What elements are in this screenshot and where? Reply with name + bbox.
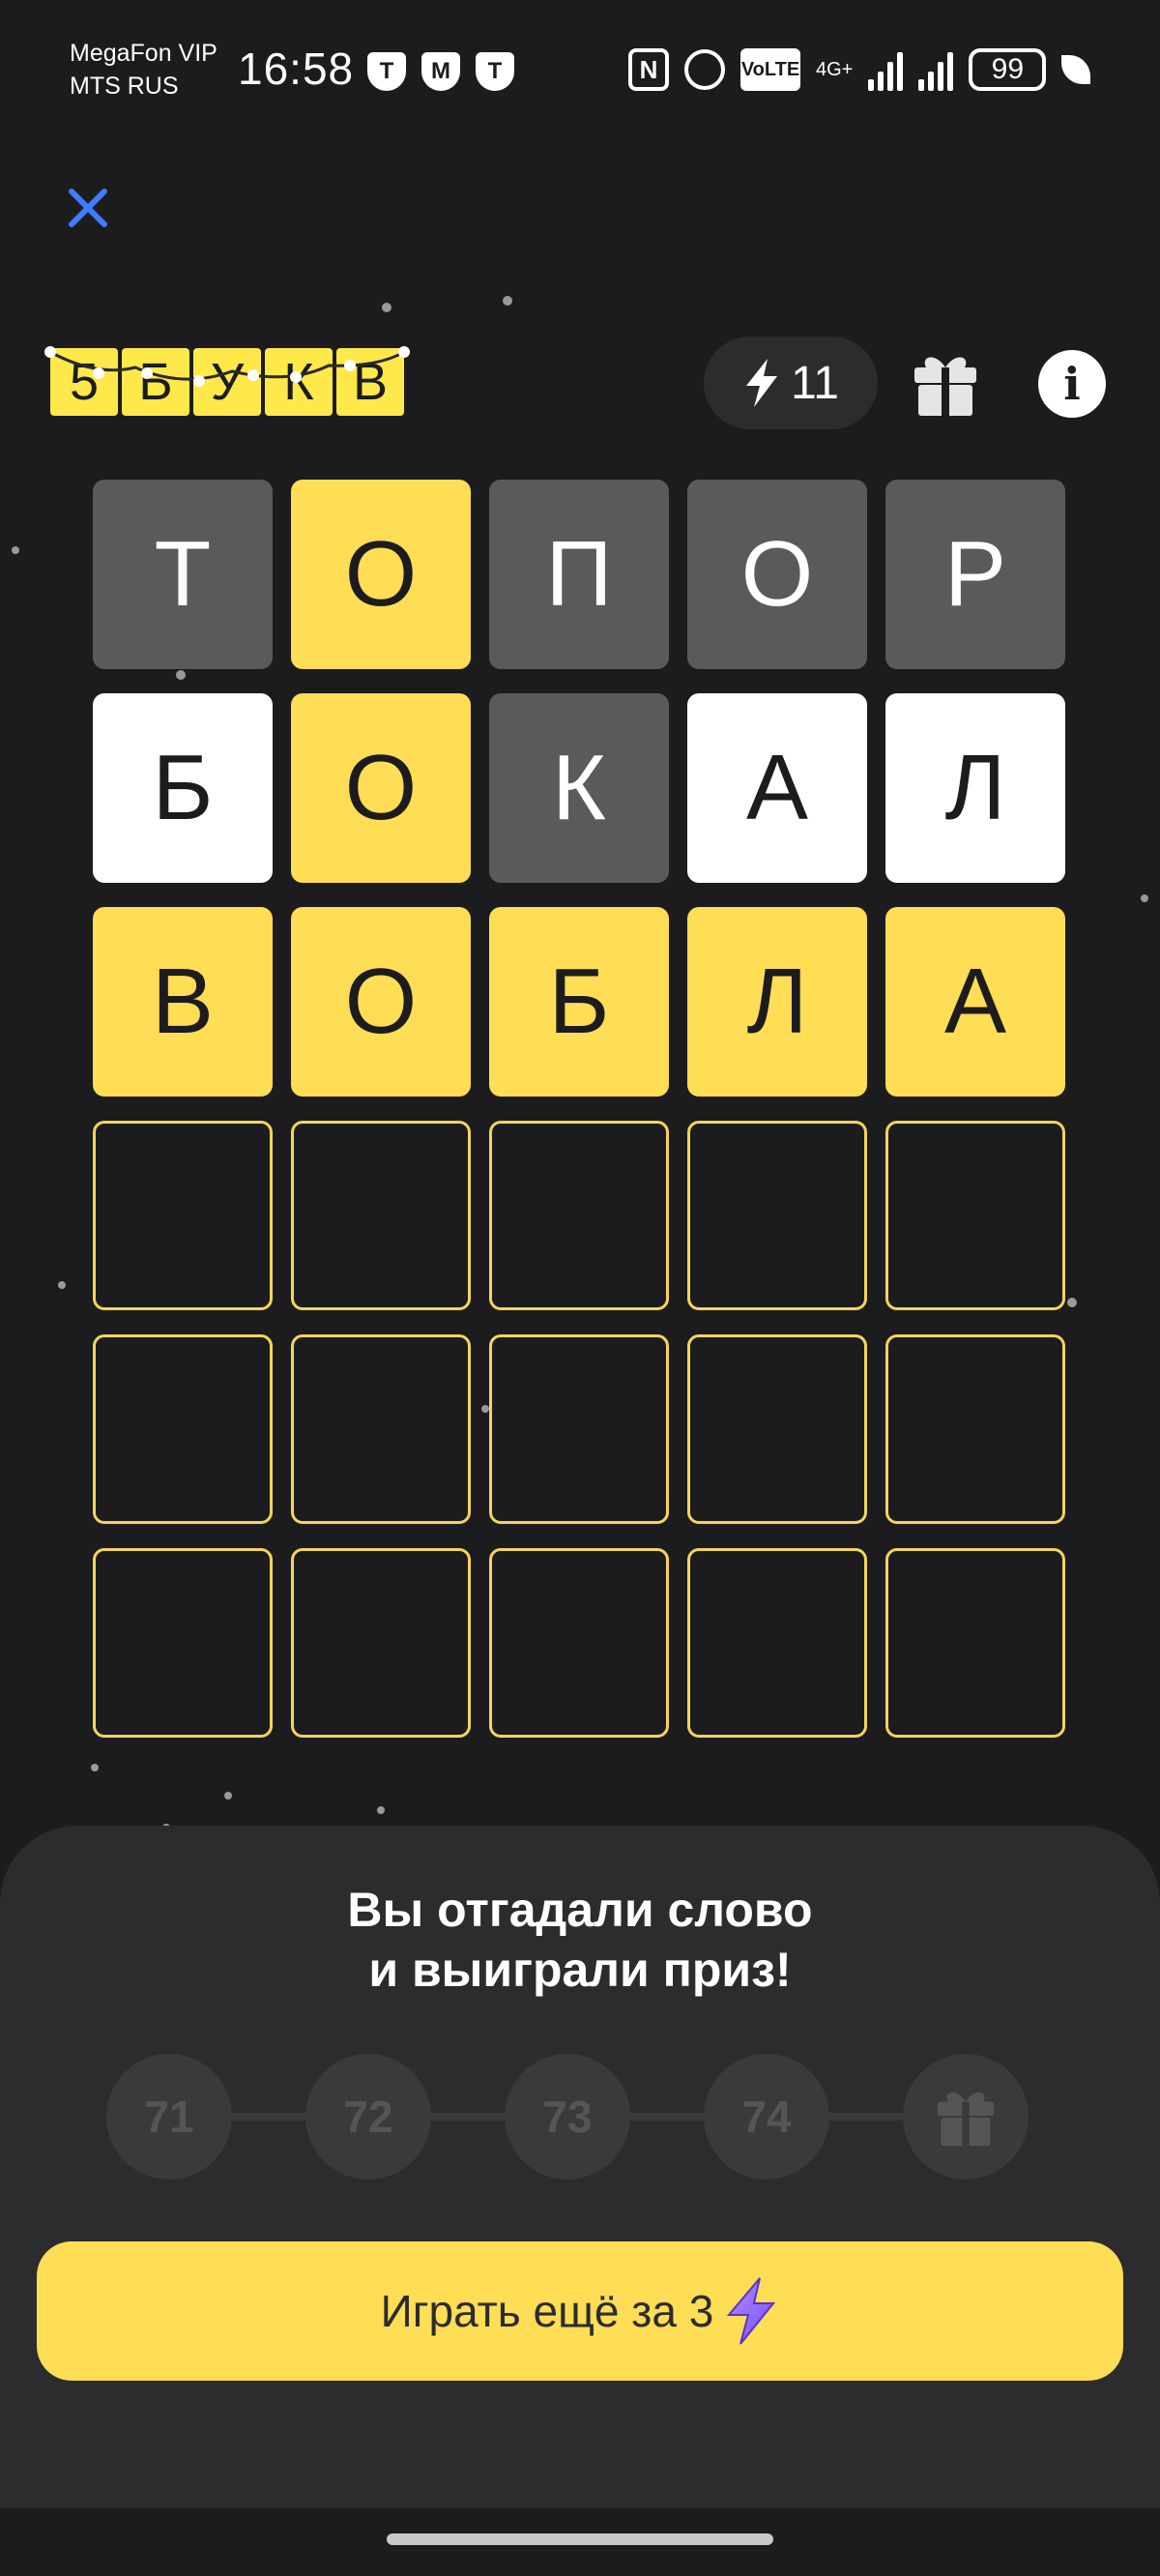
status-time: 16:58	[238, 44, 355, 94]
snow-dot	[58, 1281, 66, 1289]
board-tile	[489, 1121, 669, 1310]
carrier-1: MegaFon VIP	[70, 40, 218, 67]
progress-step: 74	[704, 2054, 829, 2180]
status-bar: MegaFon VIP MTS RUS 16:58 Т М Т N VoLTE …	[0, 0, 1160, 135]
home-indicator[interactable]	[387, 2533, 773, 2545]
board-tile: Т	[93, 480, 273, 669]
snow-dot	[12, 546, 19, 554]
prize-progress: 71 72 73 74	[106, 2054, 1029, 2180]
close-icon[interactable]	[56, 176, 122, 242]
carrier-2: MTS RUS	[70, 73, 179, 100]
board-tile	[885, 1121, 1065, 1310]
board-tile: О	[291, 693, 471, 883]
board-tile	[885, 1548, 1065, 1738]
m-app-icon: М	[421, 52, 460, 91]
gift-icon	[937, 2092, 995, 2147]
board-tile	[291, 1121, 471, 1310]
snow-dot	[1067, 1298, 1077, 1307]
board-tile: О	[291, 907, 471, 1097]
lightning-icon	[727, 2277, 776, 2345]
board-tile	[93, 1121, 273, 1310]
progress-connector	[826, 2113, 906, 2121]
alarm-icon	[684, 49, 725, 90]
energy-counter[interactable]: 11	[704, 337, 878, 429]
board-tile	[687, 1334, 867, 1524]
progress-step: 73	[505, 2054, 630, 2180]
board-tile	[291, 1334, 471, 1524]
volte-icon: VoLTE	[740, 48, 800, 91]
notification-icons: Т М Т	[367, 52, 514, 91]
board-tile	[687, 1121, 867, 1310]
lightning-icon	[746, 359, 778, 407]
board-tile: А	[885, 907, 1065, 1097]
nfc-icon: N	[628, 48, 669, 91]
snow-dot	[91, 1764, 99, 1771]
info-icon[interactable]: i	[1038, 350, 1106, 418]
garland-decoration	[44, 346, 410, 387]
battery-saver-icon	[1061, 55, 1091, 84]
prize-step	[903, 2054, 1029, 2180]
gift-icon[interactable]	[913, 350, 978, 418]
board-tile	[93, 1334, 273, 1524]
system-icons: N VoLTE 4G+ 99	[628, 48, 1091, 91]
board-tile	[885, 1334, 1065, 1524]
result-sheet: Вы отгадали слово и выиграли приз! 71 72…	[0, 1826, 1160, 2508]
network-type-label: 4G+	[816, 58, 854, 80]
progress-step: 71	[106, 2054, 232, 2180]
play-again-label: Играть ещё за 3	[380, 2286, 714, 2336]
carrier-info: MegaFon VIP MTS RUS	[70, 37, 218, 102]
energy-count: 11	[791, 357, 839, 409]
snow-dot	[224, 1792, 232, 1800]
battery-icon: 99	[969, 48, 1047, 91]
signal-1-icon	[868, 48, 904, 91]
t-bank-icon: Т	[367, 52, 406, 91]
board-tile: В	[93, 907, 273, 1097]
board-tile: П	[489, 480, 669, 669]
progress-connector	[428, 2113, 508, 2121]
result-title: Вы отгадали слово и выиграли приз!	[0, 1880, 1160, 2000]
board-tile	[291, 1548, 471, 1738]
board-tile: Л	[885, 693, 1065, 883]
board-tile: О	[291, 480, 471, 669]
progress-step: 72	[305, 2054, 431, 2180]
board-tile	[93, 1548, 273, 1738]
snow-dot	[1141, 894, 1148, 902]
board-tile: А	[687, 693, 867, 883]
progress-connector	[627, 2113, 707, 2121]
snow-dot	[503, 296, 512, 306]
board-tile: Р	[885, 480, 1065, 669]
board-tile: Б	[489, 907, 669, 1097]
result-title-line-2: и выиграли приз!	[368, 1943, 792, 1997]
signal-2-icon	[918, 48, 954, 91]
board-tile	[489, 1334, 669, 1524]
game-board: ТОПОРБОКАЛВОБЛА	[93, 480, 1067, 1738]
progress-connector	[229, 2113, 308, 2121]
board-tile: К	[489, 693, 669, 883]
t-app-icon: Т	[476, 52, 514, 91]
board-tile	[687, 1548, 867, 1738]
play-again-button[interactable]: Играть ещё за 3	[37, 2241, 1123, 2381]
snow-dot	[382, 303, 392, 312]
board-tile: Б	[93, 693, 273, 883]
result-title-line-1: Вы отгадали слово	[347, 1883, 813, 1937]
snow-dot	[377, 1806, 385, 1814]
board-tile: О	[687, 480, 867, 669]
board-tile: Л	[687, 907, 867, 1097]
board-tile	[489, 1548, 669, 1738]
